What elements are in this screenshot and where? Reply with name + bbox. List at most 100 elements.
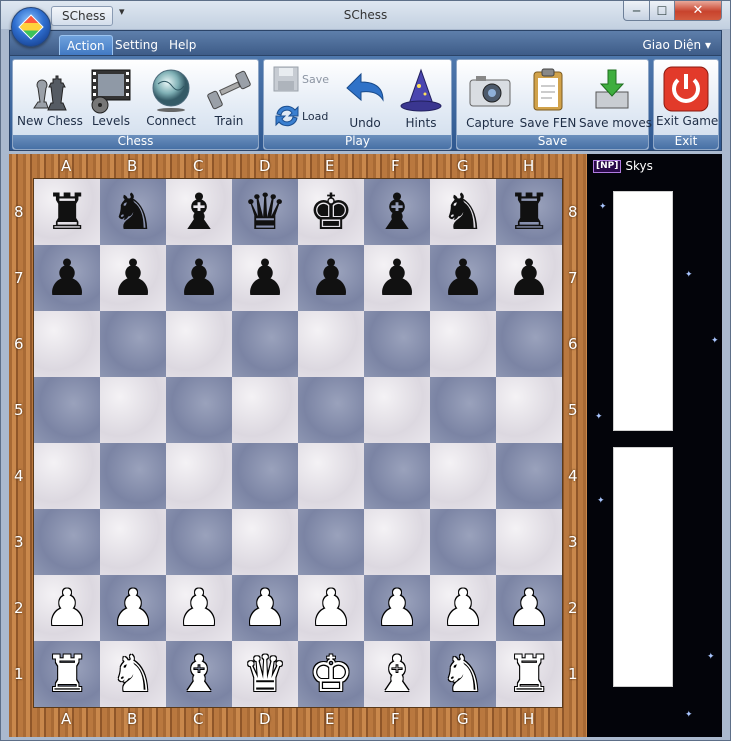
black-pawn-icon[interactable]: ♟: [507, 253, 552, 303]
square-b3[interactable]: [100, 509, 166, 575]
square-e2[interactable]: ♟: [298, 575, 364, 641]
maximize-button[interactable]: ☐: [649, 1, 675, 21]
square-e5[interactable]: [298, 377, 364, 443]
square-f6[interactable]: [364, 311, 430, 377]
square-a7[interactable]: ♟: [34, 245, 100, 311]
square-c5[interactable]: [166, 377, 232, 443]
square-g6[interactable]: [430, 311, 496, 377]
train-button[interactable]: Train: [203, 64, 255, 128]
square-g1[interactable]: ♞: [430, 641, 496, 707]
white-queen-icon[interactable]: ♛: [243, 649, 288, 699]
square-c8[interactable]: ♝: [166, 179, 232, 245]
square-b1[interactable]: ♞: [100, 641, 166, 707]
white-rook-icon[interactable]: ♜: [507, 649, 552, 699]
black-pawn-icon[interactable]: ♟: [45, 253, 90, 303]
square-b4[interactable]: [100, 443, 166, 509]
save-moves-button[interactable]: Save moves: [579, 66, 652, 130]
square-c3[interactable]: [166, 509, 232, 575]
white-knight-icon[interactable]: ♞: [111, 649, 156, 699]
move-list-bottom[interactable]: [613, 447, 673, 687]
white-rook-icon[interactable]: ♜: [45, 649, 90, 699]
square-d6[interactable]: [232, 311, 298, 377]
square-a2[interactable]: ♟: [34, 575, 100, 641]
square-b8[interactable]: ♞: [100, 179, 166, 245]
black-pawn-icon[interactable]: ♟: [243, 253, 288, 303]
white-pawn-icon[interactable]: ♟: [309, 583, 354, 633]
save-game-button[interactable]: Save: [272, 66, 329, 92]
app-orb-button[interactable]: [11, 7, 51, 47]
square-d2[interactable]: ♟: [232, 575, 298, 641]
square-b2[interactable]: ♟: [100, 575, 166, 641]
square-b7[interactable]: ♟: [100, 245, 166, 311]
white-pawn-icon[interactable]: ♟: [111, 583, 156, 633]
hints-button[interactable]: Hints: [394, 66, 448, 130]
undo-button[interactable]: Undo: [336, 66, 394, 130]
black-bishop-icon[interactable]: ♝: [375, 187, 420, 237]
square-h4[interactable]: [496, 443, 562, 509]
black-rook-icon[interactable]: ♜: [507, 187, 552, 237]
square-c1[interactable]: ♝: [166, 641, 232, 707]
load-button[interactable]: Load: [272, 102, 328, 130]
chess-board[interactable]: ♜ ♞ ♝ ♛ ♚ ♝ ♞ ♜ ♟ ♟ ♟ ♟ ♟ ♟ ♟ ♟ ♟ ♟ ♟ ♟ ♟ ♟ ♟ ♟ ♜ ♞ ♝ ♛ ♚ ♝ ♞ ♜: [33, 178, 563, 708]
white-bishop-icon[interactable]: ♝: [375, 649, 420, 699]
square-e8[interactable]: ♚: [298, 179, 364, 245]
white-pawn-icon[interactable]: ♟: [177, 583, 222, 633]
square-g3[interactable]: [430, 509, 496, 575]
tab-action[interactable]: Action: [59, 35, 113, 56]
square-e6[interactable]: [298, 311, 364, 377]
tab-help[interactable]: Help: [162, 35, 203, 56]
levels-button[interactable]: Levels: [83, 64, 139, 128]
square-a3[interactable]: [34, 509, 100, 575]
square-h6[interactable]: [496, 311, 562, 377]
square-c2[interactable]: ♟: [166, 575, 232, 641]
tab-setting[interactable]: Setting: [108, 35, 165, 56]
white-pawn-icon[interactable]: ♟: [507, 583, 552, 633]
square-d8[interactable]: ♛: [232, 179, 298, 245]
black-rook-icon[interactable]: ♜: [45, 187, 90, 237]
square-d7[interactable]: ♟: [232, 245, 298, 311]
connect-button[interactable]: Connect: [141, 64, 201, 128]
square-b5[interactable]: [100, 377, 166, 443]
square-e3[interactable]: [298, 509, 364, 575]
black-knight-icon[interactable]: ♞: [441, 187, 486, 237]
square-h2[interactable]: ♟: [496, 575, 562, 641]
square-h3[interactable]: [496, 509, 562, 575]
move-list-top[interactable]: [613, 191, 673, 431]
white-knight-icon[interactable]: ♞: [441, 649, 486, 699]
square-g4[interactable]: [430, 443, 496, 509]
square-c6[interactable]: [166, 311, 232, 377]
black-queen-icon[interactable]: ♛: [243, 187, 288, 237]
square-d3[interactable]: [232, 509, 298, 575]
square-f2[interactable]: ♟: [364, 575, 430, 641]
square-g7[interactable]: ♟: [430, 245, 496, 311]
white-pawn-icon[interactable]: ♟: [243, 583, 288, 633]
square-a5[interactable]: [34, 377, 100, 443]
square-e7[interactable]: ♟: [298, 245, 364, 311]
black-knight-icon[interactable]: ♞: [111, 187, 156, 237]
save-fen-button[interactable]: Save FEN: [519, 66, 577, 130]
square-h5[interactable]: [496, 377, 562, 443]
square-e1[interactable]: ♚: [298, 641, 364, 707]
square-a4[interactable]: [34, 443, 100, 509]
capture-button[interactable]: Capture: [461, 66, 519, 130]
square-f4[interactable]: [364, 443, 430, 509]
white-pawn-icon[interactable]: ♟: [375, 583, 420, 633]
square-d5[interactable]: [232, 377, 298, 443]
exit-game-button[interactable]: Exit Game: [656, 64, 718, 128]
black-pawn-icon[interactable]: ♟: [309, 253, 354, 303]
square-c7[interactable]: ♟: [166, 245, 232, 311]
white-pawn-icon[interactable]: ♟: [441, 583, 486, 633]
new-chess-button[interactable]: New Chess: [17, 64, 83, 128]
square-f7[interactable]: ♟: [364, 245, 430, 311]
square-d4[interactable]: [232, 443, 298, 509]
white-pawn-icon[interactable]: ♟: [45, 583, 90, 633]
square-h8[interactable]: ♜: [496, 179, 562, 245]
minimize-button[interactable]: ─: [623, 1, 650, 21]
square-a6[interactable]: [34, 311, 100, 377]
square-h1[interactable]: ♜: [496, 641, 562, 707]
square-e4[interactable]: [298, 443, 364, 509]
white-bishop-icon[interactable]: ♝: [177, 649, 222, 699]
square-f3[interactable]: [364, 509, 430, 575]
square-d1[interactable]: ♛: [232, 641, 298, 707]
close-button[interactable]: ✕: [674, 1, 722, 21]
